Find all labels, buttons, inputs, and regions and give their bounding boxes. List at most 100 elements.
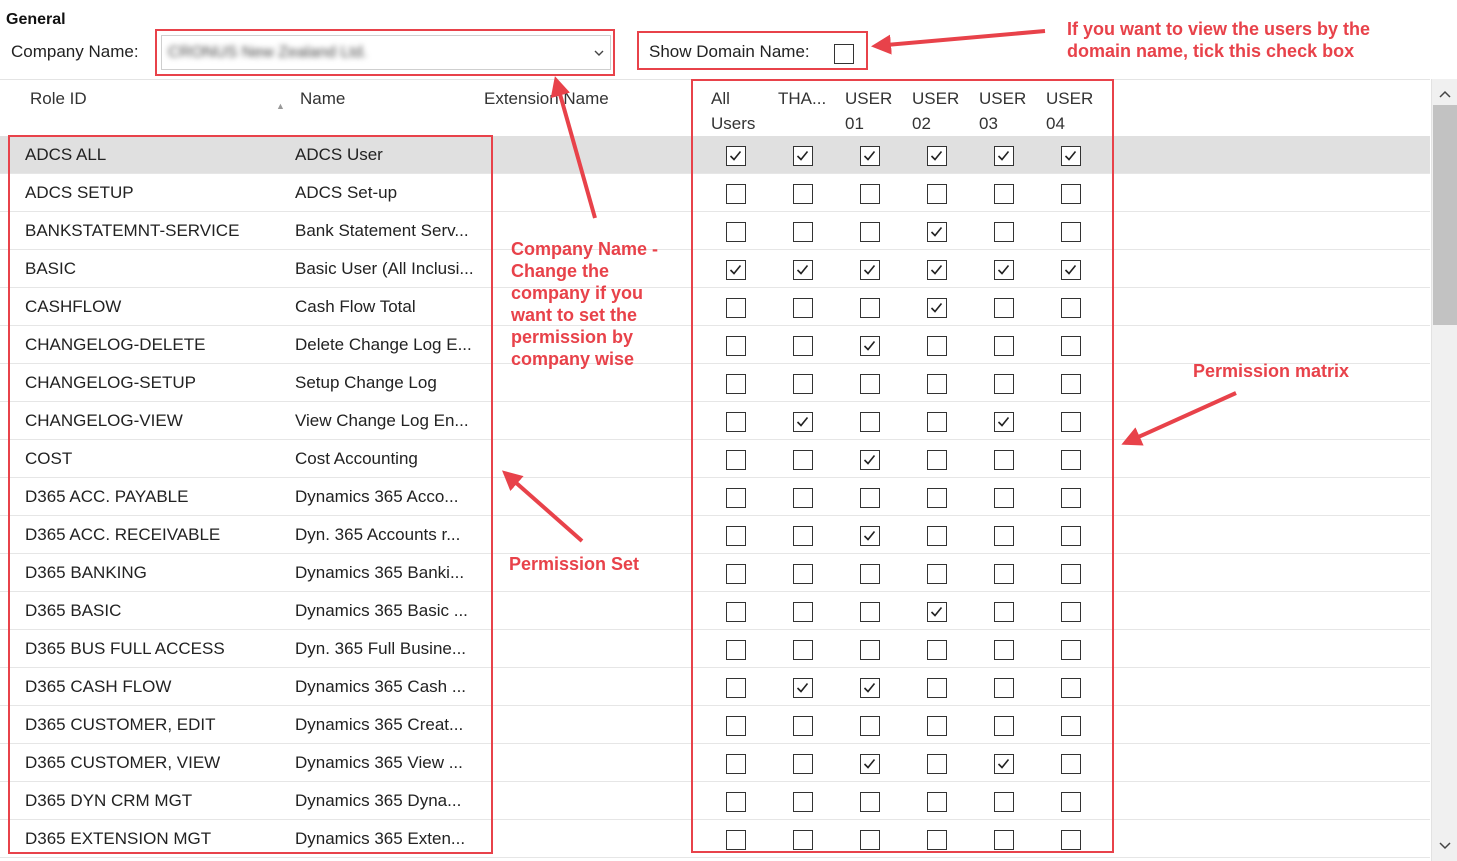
permission-checkbox-all-users[interactable] [726,754,746,774]
permission-checkbox-user01[interactable] [860,488,880,508]
scrollbar-thumb[interactable] [1433,105,1457,325]
table-row[interactable]: D365 ACC. RECEIVABLE Dyn. 365 Accounts r.… [0,516,1430,554]
permission-checkbox-user04[interactable] [1061,602,1081,622]
permission-checkbox-all-users[interactable] [726,602,746,622]
permission-checkbox-all-users[interactable] [726,640,746,660]
permission-checkbox-user03[interactable] [994,678,1014,698]
permission-checkbox-user04[interactable] [1061,488,1081,508]
permission-checkbox-tha[interactable] [793,222,813,242]
table-row[interactable]: D365 EXTENSION MGT Dynamics 365 Exten... [0,820,1430,858]
permission-checkbox-user02[interactable] [927,716,947,736]
permission-checkbox-tha[interactable] [793,450,813,470]
table-row[interactable]: D365 BASIC Dynamics 365 Basic ... [0,592,1430,630]
permission-checkbox-all-users[interactable] [726,792,746,812]
permission-checkbox-user03[interactable] [994,184,1014,204]
permission-checkbox-user03[interactable] [994,716,1014,736]
column-header-extension-name[interactable]: Extension Name [484,86,609,111]
permission-checkbox-user01[interactable] [860,184,880,204]
column-header-user01[interactable]: USER 01 [845,86,905,136]
permission-checkbox-user03[interactable] [994,830,1014,850]
permission-checkbox-user03[interactable] [994,222,1014,242]
permission-checkbox-user02[interactable] [927,374,947,394]
permission-checkbox-user02[interactable] [927,298,947,318]
permission-checkbox-all-users[interactable] [726,526,746,546]
permission-checkbox-user02[interactable] [927,830,947,850]
permission-checkbox-user02[interactable] [927,602,947,622]
table-row[interactable]: D365 BANKING Dynamics 365 Banki... [0,554,1430,592]
permission-checkbox-user04[interactable] [1061,374,1081,394]
table-row[interactable]: ADCS SETUP ADCS Set-up [0,174,1430,212]
permission-checkbox-user02[interactable] [927,754,947,774]
permission-checkbox-user01[interactable] [860,564,880,584]
permission-checkbox-user04[interactable] [1061,146,1081,166]
permission-checkbox-all-users[interactable] [726,412,746,432]
permission-checkbox-user04[interactable] [1061,336,1081,356]
permission-checkbox-tha[interactable] [793,830,813,850]
permission-checkbox-user04[interactable] [1061,260,1081,280]
table-row[interactable]: D365 DYN CRM MGT Dynamics 365 Dyna... [0,782,1430,820]
permission-checkbox-user01[interactable] [860,526,880,546]
permission-checkbox-user01[interactable] [860,830,880,850]
permission-checkbox-user01[interactable] [860,754,880,774]
permission-checkbox-tha[interactable] [793,412,813,432]
permission-checkbox-tha[interactable] [793,792,813,812]
permission-checkbox-user03[interactable] [994,488,1014,508]
permission-checkbox-user03[interactable] [994,260,1014,280]
permission-checkbox-user03[interactable] [994,298,1014,318]
permission-checkbox-all-users[interactable] [726,450,746,470]
permission-checkbox-tha[interactable] [793,526,813,546]
permission-checkbox-tha[interactable] [793,564,813,584]
permission-checkbox-user04[interactable] [1061,716,1081,736]
permission-checkbox-user02[interactable] [927,792,947,812]
table-row[interactable]: CHANGELOG-DELETE Delete Change Log E... [0,326,1430,364]
vertical-scrollbar[interactable] [1431,79,1457,861]
permission-checkbox-tha[interactable] [793,260,813,280]
permission-checkbox-all-users[interactable] [726,374,746,394]
scroll-up-icon[interactable] [1432,83,1457,107]
table-row[interactable]: CASHFLOW Cash Flow Total [0,288,1430,326]
permission-checkbox-user04[interactable] [1061,830,1081,850]
permission-checkbox-all-users[interactable] [726,336,746,356]
permission-checkbox-user03[interactable] [994,640,1014,660]
permission-checkbox-user01[interactable] [860,146,880,166]
table-row[interactable]: D365 BUS FULL ACCESS Dyn. 365 Full Busine… [0,630,1430,668]
permission-checkbox-tha[interactable] [793,336,813,356]
permission-checkbox-tha[interactable] [793,184,813,204]
permission-checkbox-user01[interactable] [860,716,880,736]
column-header-user04[interactable]: USER 04 [1046,86,1106,136]
permission-checkbox-user01[interactable] [860,602,880,622]
permission-checkbox-all-users[interactable] [726,716,746,736]
permission-checkbox-user03[interactable] [994,146,1014,166]
table-row[interactable]: COST Cost Accounting [0,440,1430,478]
permission-checkbox-user04[interactable] [1061,526,1081,546]
permission-checkbox-user04[interactable] [1061,450,1081,470]
permission-checkbox-tha[interactable] [793,640,813,660]
permission-checkbox-user02[interactable] [927,526,947,546]
permission-checkbox-user03[interactable] [994,412,1014,432]
table-row[interactable]: D365 ACC. PAYABLE Dynamics 365 Acco... [0,478,1430,516]
column-header-role-id[interactable]: Role ID [30,86,87,111]
company-name-dropdown[interactable]: CRONUS New Zealand Ltd. [161,35,611,70]
permission-checkbox-user03[interactable] [994,526,1014,546]
permission-checkbox-user04[interactable] [1061,184,1081,204]
table-row[interactable]: ADCS ALL ADCS User [0,136,1430,174]
permission-checkbox-all-users[interactable] [726,830,746,850]
permission-checkbox-user02[interactable] [927,488,947,508]
column-header-all-users[interactable]: All Users [711,86,771,136]
permission-checkbox-tha[interactable] [793,754,813,774]
permission-checkbox-user04[interactable] [1061,792,1081,812]
permission-checkbox-user01[interactable] [860,640,880,660]
column-header-name[interactable]: Name [300,86,345,111]
permission-checkbox-tha[interactable] [793,602,813,622]
permission-checkbox-user04[interactable] [1061,412,1081,432]
permission-checkbox-tha[interactable] [793,146,813,166]
permission-checkbox-user01[interactable] [860,374,880,394]
permission-checkbox-user02[interactable] [927,222,947,242]
permission-checkbox-user04[interactable] [1061,640,1081,660]
permission-checkbox-user02[interactable] [927,564,947,584]
permission-checkbox-all-users[interactable] [726,298,746,318]
permission-checkbox-all-users[interactable] [726,564,746,584]
permission-checkbox-all-users[interactable] [726,488,746,508]
permission-checkbox-user01[interactable] [860,412,880,432]
permission-checkbox-user02[interactable] [927,260,947,280]
